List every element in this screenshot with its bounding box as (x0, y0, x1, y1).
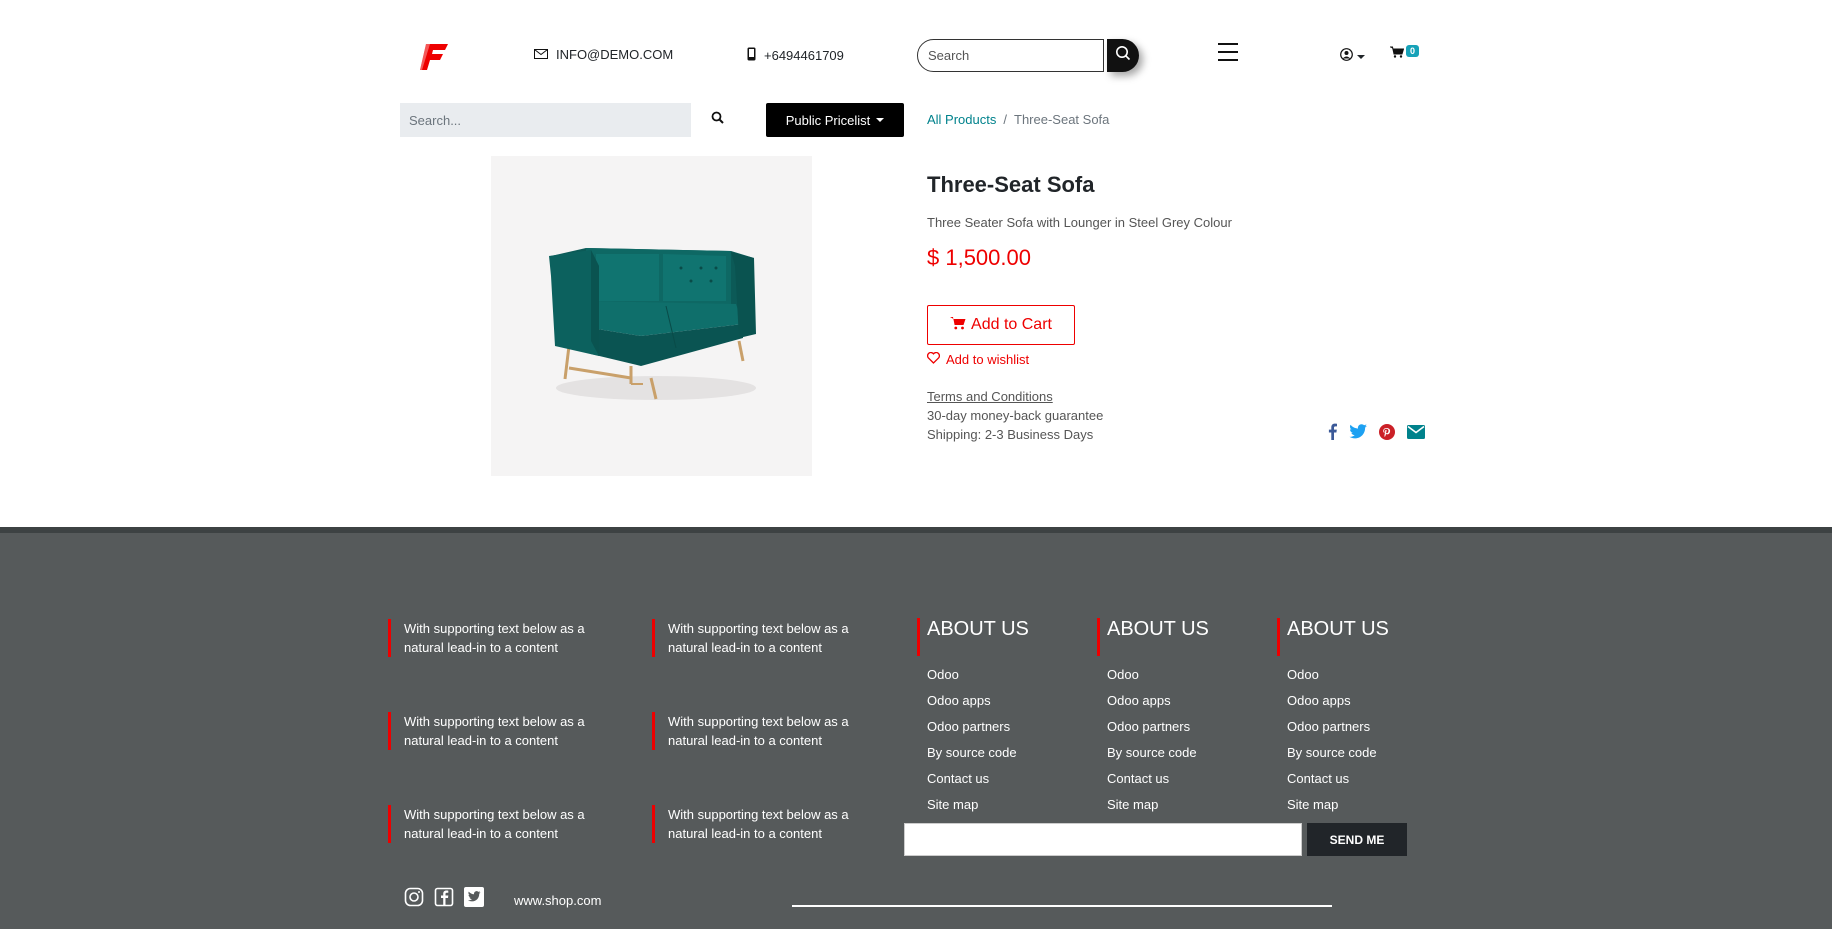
footer-about-links: Odoo Odoo apps Odoo partners By source c… (1097, 662, 1267, 818)
footer-feature-3: With supporting text below as a natural … (388, 712, 623, 750)
send-me-button[interactable]: SEND ME (1307, 823, 1407, 856)
search-icon (1115, 45, 1131, 66)
wishlist-label: Add to wishlist (946, 352, 1030, 367)
footer-link-odoo[interactable]: Odoo (927, 662, 1087, 688)
mobile-phone-icon (747, 47, 756, 64)
footer-link-contact-us[interactable]: Contact us (1107, 766, 1267, 792)
footer-about-title: ABOUT US (917, 618, 1087, 656)
footer-about-column-1: ABOUT US Odoo Odoo apps Odoo partners By… (917, 618, 1087, 818)
footer-link-odoo-partners[interactable]: Odoo partners (1107, 714, 1267, 740)
add-to-cart-button[interactable]: Add to Cart (927, 305, 1075, 345)
cart-button[interactable] (1390, 45, 1405, 63)
product-image[interactable] (491, 156, 812, 476)
footer-rule (792, 905, 1332, 907)
pinterest-icon[interactable] (1379, 423, 1395, 445)
footer-about-column-2: ABOUT US Odoo Odoo apps Odoo partners By… (1097, 618, 1267, 818)
header-search-button[interactable] (1107, 39, 1139, 72)
add-to-wishlist-link[interactable]: Add to wishlist (927, 351, 1030, 367)
pricelist-label: Public Pricelist (785, 112, 871, 128)
site-url[interactable]: www.shop.com (514, 893, 601, 908)
phone-text: +6494461709 (764, 48, 844, 63)
chevron-down-icon (876, 118, 885, 122)
footer-about-title: ABOUT US (1277, 618, 1447, 656)
pricelist-dropdown[interactable]: Public Pricelist (766, 103, 904, 137)
footer-link-site-map[interactable]: Site map (1107, 792, 1267, 818)
footer-link-odoo-apps[interactable]: Odoo apps (927, 688, 1087, 714)
breadcrumb-all-products[interactable]: All Products (927, 112, 996, 127)
footer-link-site-map[interactable]: Site map (927, 792, 1087, 818)
footer-feature-5: With supporting text below as a natural … (388, 805, 623, 843)
footer-link-source-code[interactable]: By source code (1287, 740, 1447, 766)
email-text: INFO@DEMO.COM (556, 47, 674, 62)
footer-link-contact-us[interactable]: Contact us (1287, 766, 1447, 792)
site-header: INFO@DEMO.COM +6494461709 Search 0 (0, 0, 1832, 100)
shopping-cart-icon (1390, 45, 1405, 62)
footer-link-odoo[interactable]: Odoo (1107, 662, 1267, 688)
contact-email[interactable]: INFO@DEMO.COM (534, 47, 673, 62)
footer-feature-4: With supporting text below as a natural … (652, 712, 887, 750)
user-dropdown[interactable] (1340, 48, 1365, 66)
heart-icon (927, 351, 940, 367)
footer-link-odoo-partners[interactable]: Odoo partners (927, 714, 1087, 740)
footer-link-odoo[interactable]: Odoo (1287, 662, 1447, 688)
footer-about-title: ABOUT US (1097, 618, 1267, 656)
footer-link-source-code[interactable]: By source code (1107, 740, 1267, 766)
newsletter-email-input[interactable] (904, 823, 1302, 856)
product-description: Three Seater Sofa with Lounger in Steel … (927, 215, 1232, 230)
breadcrumb-separator: / (1003, 112, 1007, 127)
menu-toggle-icon[interactable] (1218, 43, 1238, 61)
footer-about-links: Odoo Odoo apps Odoo partners By source c… (917, 662, 1087, 818)
search-icon (711, 111, 724, 129)
footer-about-column-3: ABOUT US Odoo Odoo apps Odoo partners By… (1277, 618, 1447, 818)
instagram-icon[interactable] (404, 887, 424, 912)
shopping-cart-icon (950, 316, 966, 335)
cart-count-badge: 0 (1406, 45, 1420, 57)
facebook-icon[interactable] (1328, 423, 1337, 445)
footer-link-odoo-apps[interactable]: Odoo apps (1107, 688, 1267, 714)
terms-link[interactable]: Terms and Conditions (927, 389, 1053, 404)
share-links (1328, 423, 1425, 445)
product-search-button[interactable] (702, 103, 732, 137)
footer-link-odoo-apps[interactable]: Odoo apps (1287, 688, 1447, 714)
breadcrumb-current: Three-Seat Sofa (1014, 112, 1110, 127)
user-circle-icon (1340, 48, 1353, 66)
header-search-input[interactable]: Search (917, 39, 1104, 72)
header-search-placeholder: Search (928, 48, 970, 63)
product-search-input[interactable]: Search... (400, 103, 691, 137)
footer-social-links (404, 887, 484, 912)
contact-phone[interactable]: +6494461709 (747, 47, 844, 64)
product-title: Three-Seat Sofa (927, 172, 1095, 197)
product-search-placeholder: Search... (409, 112, 462, 128)
brand-logo-icon[interactable] (418, 40, 450, 72)
twitter-icon[interactable] (464, 887, 484, 912)
breadcrumb: All Products / Three-Seat Sofa (927, 112, 1109, 127)
twitter-icon[interactable] (1349, 424, 1367, 444)
footer-link-source-code[interactable]: By source code (927, 740, 1087, 766)
product-price: $ 1,500.00 (927, 245, 1031, 270)
chevron-down-icon (1357, 55, 1365, 59)
envelope-icon (534, 47, 548, 62)
footer-feature-2: With supporting text below as a natural … (652, 619, 887, 657)
envelope-icon[interactable] (1407, 424, 1425, 444)
facebook-icon[interactable] (434, 887, 454, 912)
footer-link-contact-us[interactable]: Contact us (927, 766, 1087, 792)
guarantee-text: 30-day money-back guarantee (927, 408, 1104, 423)
add-to-cart-label: Add to Cart (971, 316, 1052, 333)
footer-feature-1: With supporting text below as a natural … (388, 619, 623, 657)
footer-link-odoo-partners[interactable]: Odoo partners (1287, 714, 1447, 740)
shipping-text: Shipping: 2-3 Business Days (927, 427, 1094, 442)
footer-about-links: Odoo Odoo apps Odoo partners By source c… (1277, 662, 1447, 818)
footer-link-site-map[interactable]: Site map (1287, 792, 1447, 818)
product-page: INFO@DEMO.COM +6494461709 Search 0 Searc… (0, 0, 1832, 929)
footer-feature-6: With supporting text below as a natural … (652, 805, 887, 843)
site-footer: With supporting text below as a natural … (0, 533, 1832, 929)
